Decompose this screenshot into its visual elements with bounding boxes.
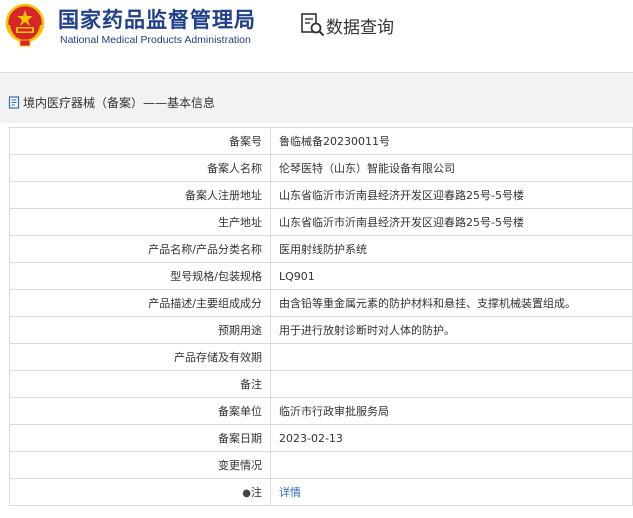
table-row: 备注	[9, 370, 633, 398]
row-value-storage-validity	[270, 343, 633, 371]
row-value-intended-use: 用于进行放射诊断时对人体的防护。	[270, 316, 633, 344]
row-value-filing-unit: 临沂市行政审批服务局	[270, 397, 633, 425]
row-label-description: 产品描述/主要组成成分	[9, 289, 271, 317]
table-row: 备案日期 2023-02-13	[9, 424, 633, 452]
row-value-change-status	[270, 451, 633, 479]
row-label-filing-unit: 备案单位	[9, 397, 271, 425]
row-label-product-name: 产品名称/产品分类名称	[9, 235, 271, 263]
table-row: 备案单位 临沂市行政审批服务局	[9, 397, 633, 425]
row-label-intended-use: 预期用途	[9, 316, 271, 344]
row-value-filing-date: 2023-02-13	[270, 424, 633, 452]
row-value-record-number: 鲁临械备20230011号	[270, 127, 633, 155]
table-row: 产品描述/主要组成成分 由含铅等重金属元素的防护材料和悬挂、支撑机械装置组成。	[9, 289, 633, 317]
details-link[interactable]: 详情	[279, 486, 301, 499]
data-query-title[interactable]: 数据查询	[326, 13, 394, 38]
brand-title-cn: 国家药品监督管理局	[58, 8, 256, 32]
row-label-storage-validity: 产品存储及有效期	[9, 343, 271, 371]
site-header: 国家药品监督管理局 National Medical Products Admi…	[0, 0, 633, 62]
note-label-text: 注	[251, 486, 262, 499]
table-row: 预期用途 用于进行放射诊断时对人体的防护。	[9, 316, 633, 344]
row-value-registered-address: 山东省临沂市沂南县经济开发区迎春路25号-5号楼	[270, 181, 633, 209]
row-label-change-status: 变更情况	[9, 451, 271, 479]
section-title-text: 境内医疗器械（备案）——基本信息	[23, 96, 216, 110]
table-row: 备案号 鲁临械备20230011号	[9, 127, 633, 155]
row-value-product-name: 医用射线防护系统	[270, 235, 633, 263]
table-row: 备案人注册地址 山东省临沂市沂南县经济开发区迎春路25号-5号楼	[9, 181, 633, 209]
row-value-remarks	[270, 370, 633, 398]
row-label-model-spec: 型号规格/包装规格	[9, 262, 271, 290]
row-label-filer-name: 备案人名称	[9, 154, 271, 182]
row-label-remarks: 备注	[9, 370, 271, 398]
row-value-note: 详情	[270, 478, 633, 506]
pin-icon: ●	[242, 488, 251, 499]
national-emblem-icon	[5, 3, 45, 47]
row-label-note: ●注	[9, 478, 271, 506]
table-row: 产品名称/产品分类名称 医用射线防护系统	[9, 235, 633, 263]
brand-title-en: National Medical Products Administration	[60, 34, 251, 46]
row-label-registered-address: 备案人注册地址	[9, 181, 271, 209]
basic-info-table: 备案号 鲁临械备20230011号 备案人名称 伦琴医特（山东）智能设备有限公司…	[9, 127, 633, 506]
row-value-filer-name: 伦琴医特（山东）智能设备有限公司	[270, 154, 633, 182]
table-row: 备案人名称 伦琴医特（山东）智能设备有限公司	[9, 154, 633, 182]
table-row: 生产地址 山东省临沂市沂南县经济开发区迎春路25号-5号楼	[9, 208, 633, 236]
table-row: 产品存储及有效期	[9, 343, 633, 371]
row-label-record-number: 备案号	[9, 127, 271, 155]
row-label-filing-date: 备案日期	[9, 424, 271, 452]
search-data-icon[interactable]	[300, 12, 326, 38]
row-label-production-address: 生产地址	[9, 208, 271, 236]
section-title: 境内医疗器械（备案）——基本信息	[8, 94, 215, 111]
table-row: 变更情况	[9, 451, 633, 479]
row-value-description: 由含铅等重金属元素的防护材料和悬挂、支撑机械装置组成。	[270, 289, 633, 317]
document-icon	[8, 96, 20, 109]
row-value-production-address: 山东省临沂市沂南县经济开发区迎春路25号-5号楼	[270, 208, 633, 236]
table-row: 型号规格/包装规格 LQ901	[9, 262, 633, 290]
table-row: ●注 详情	[9, 478, 633, 506]
row-value-model-spec: LQ901	[270, 262, 633, 290]
